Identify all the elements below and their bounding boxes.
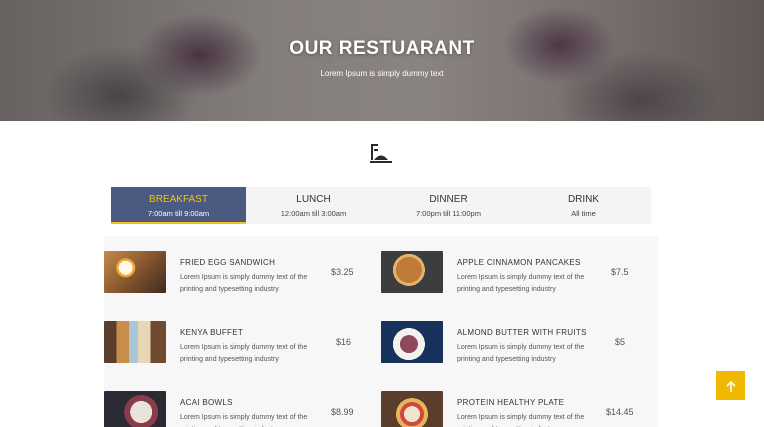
menu-item-price: $5 [615,337,626,347]
menu-item-name: PROTEIN HEALTHY PLATE [457,398,565,407]
menu-item[interactable]: PROTEIN HEALTHY PLATE Lorem Ipsum is sim… [381,391,651,427]
menu-item[interactable]: ALMOND BUTTER WITH FRUITS Lorem Ipsum is… [381,321,651,365]
menu-item-price: $14.45 [606,407,634,417]
tab-time: 7:00pm till 11:00pm [416,209,481,218]
menu-item[interactable]: ACAI BOWLS Lorem Ipsum is simply dummy t… [104,391,374,427]
menu-item-name: ALMOND BUTTER WITH FRUITS [457,328,587,337]
menu-item-name: ACAI BOWLS [180,398,233,407]
acai-bowl-photo [104,391,166,427]
tab-label: BREAKFAST [149,194,208,205]
hero-overlay [0,0,764,121]
hero-title: OUR RESTUARANT [289,38,475,59]
menu-item[interactable]: FRIED EGG SANDWICH Lorem Ipsum is simply… [104,251,374,295]
menu-item-name: APPLE CINNAMON PANCAKES [457,258,581,267]
serving-dish-icon [370,144,392,163]
menu-item-description: Lorem Ipsum is simply dummy text of the … [180,274,308,293]
hero-banner: OUR RESTUARANT Lorem Ipsum is simply dum… [0,0,764,121]
menu-item-price: $3.25 [331,267,354,277]
tab-label: DRINK [567,194,600,205]
protein-plate-photo [381,391,443,427]
tab-time: 12:00am till 3:00am [280,209,347,218]
menu-item[interactable]: APPLE CINNAMON PANCAKES Lorem Ipsum is s… [381,251,651,295]
menu-item-name: KENYA BUFFET [180,328,244,337]
tab-time: All time [571,209,596,218]
tab-breakfast[interactable]: BREAKFAST 7:00am till 9:00am [111,187,246,224]
fruit-bowl-photo [381,321,443,363]
menu-item[interactable]: KENYA BUFFET Lorem Ipsum is simply dummy… [104,321,374,365]
menu-item-name: FRIED EGG SANDWICH [180,258,276,267]
tab-label: LUNCH [296,194,331,205]
menu-item-description: Lorem Ipsum is simply dummy text of the … [180,344,308,363]
menu-item-description: Lorem Ipsum is simply dummy text of the … [457,344,585,363]
tab-lunch[interactable]: LUNCH 12:00am till 3:00am [246,187,381,224]
tab-time: 7:00am till 9:00am [147,209,210,218]
pancakes-photo [381,251,443,293]
back-to-top-button[interactable] [716,371,745,400]
fried-egg-sandwich-photo [104,251,166,293]
menu-item-description: Lorem Ipsum is simply dummy text of the … [180,414,308,427]
meal-tabs: BREAKFAST 7:00am till 9:00am LUNCH 12:00… [111,187,651,224]
tab-label: DINNER [429,194,468,205]
tab-drink[interactable]: DRINK All time [516,187,651,224]
menu-item-price: $7.5 [611,267,629,277]
menu-item-description: Lorem Ipsum is simply dummy text of the … [457,274,585,293]
hero-subtitle: Lorem Ipsum is simply dummy text [320,69,444,78]
buffet-photo [104,321,166,363]
menu-item-price: $16 [336,337,352,347]
tab-dinner[interactable]: DINNER 7:00pm till 11:00pm [381,187,516,224]
arrow-up-icon [725,380,736,392]
menu-panel: FRIED EGG SANDWICH Lorem Ipsum is simply… [104,236,658,427]
menu-item-price: $8.99 [331,407,354,417]
menu-item-description: Lorem Ipsum is simply dummy text of the … [457,414,585,427]
